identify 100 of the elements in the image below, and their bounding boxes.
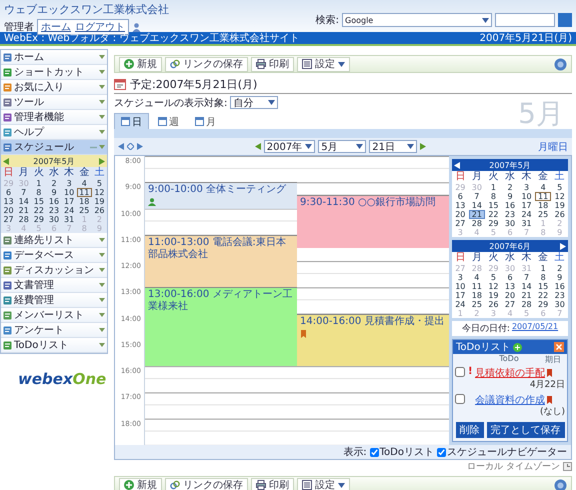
sidebar-item[interactable]: データベース xyxy=(1,248,107,263)
todo-button[interactable]: 削除 xyxy=(456,422,484,438)
toolbar-button[interactable]: リンクの保存 xyxy=(165,478,248,490)
calendar-event[interactable]: 9:00-10:00 全体ミーティング xyxy=(145,182,297,209)
today-icon[interactable] xyxy=(127,143,134,150)
day-select[interactable]: 21日 xyxy=(369,140,418,153)
calendar-day[interactable]: 13 xyxy=(452,201,469,210)
next-arrow-icon[interactable] xyxy=(137,143,143,150)
sidebar-item[interactable]: 連絡先リスト xyxy=(1,233,107,248)
calendar-day[interactable]: 10 xyxy=(62,188,77,197)
sidebar-item[interactable]: メンバーリスト xyxy=(1,308,107,323)
sidebar-item[interactable]: 文書管理 xyxy=(1,278,107,293)
search-engine-select[interactable]: Google xyxy=(342,13,492,27)
calendar-event[interactable]: 13:00-16:00 メディアトーン工業様来社 xyxy=(145,287,297,366)
toolbar-button[interactable]: 設定 xyxy=(297,478,350,490)
calendar-day[interactable]: 13 xyxy=(1,197,16,206)
calendar-day[interactable]: 19 xyxy=(551,201,568,210)
calendar-day[interactable]: 8 xyxy=(31,188,46,197)
calendar-day[interactable]: 30 xyxy=(502,219,518,228)
calendar-day[interactable]: 25 xyxy=(534,210,552,219)
calendar-day[interactable]: 8 xyxy=(485,192,502,201)
calendar-day[interactable]: 21 xyxy=(468,210,486,219)
calendar-day[interactable]: 24 xyxy=(62,206,77,215)
calendar-day[interactable]: 13 xyxy=(502,282,518,291)
calendar-day[interactable]: 11 xyxy=(76,188,92,197)
previous-arrow-icon[interactable] xyxy=(118,143,124,150)
calendar-day[interactable]: 5 xyxy=(92,179,107,188)
calendar-day[interactable]: 12 xyxy=(551,192,568,201)
calendar-day[interactable]: 16 xyxy=(551,282,568,291)
calendar-day[interactable]: 17 xyxy=(452,291,469,300)
calendar-day[interactable]: 21 xyxy=(16,206,32,215)
calendar-day[interactable]: 16 xyxy=(46,197,62,206)
calendar-day[interactable]: 27 xyxy=(1,215,16,224)
sidebar-item[interactable]: ツール xyxy=(1,95,107,110)
calendar-day[interactable]: 26 xyxy=(551,210,568,219)
calendar-day[interactable]: 17 xyxy=(518,201,535,210)
toolbar-button[interactable]: 設定 xyxy=(297,56,350,72)
header-link[interactable]: ホーム xyxy=(41,20,71,34)
view-tab[interactable]: 月 xyxy=(188,113,223,129)
calendar-day[interactable]: 20 xyxy=(452,210,469,219)
calendar-day[interactable]: 21 xyxy=(518,291,535,300)
calendar-day[interactable]: 5 xyxy=(485,273,502,282)
calendar-day[interactable]: 31 xyxy=(518,219,535,228)
calendar-day[interactable]: 29 xyxy=(534,300,552,309)
sidebar-item[interactable]: ToDoリスト xyxy=(1,338,107,353)
calendar-day[interactable]: 20 xyxy=(1,206,16,215)
todo-checkbox[interactable] xyxy=(455,394,465,404)
calendar-day[interactable]: 1 xyxy=(485,183,502,192)
todo-button[interactable]: 完了として保存 xyxy=(486,422,564,438)
header-link[interactable]: ログアウト xyxy=(75,20,125,34)
calendar-day[interactable]: 1 xyxy=(534,264,552,273)
calendar-day[interactable]: 22 xyxy=(31,206,46,215)
calendar-day[interactable]: 7 xyxy=(468,192,486,201)
calendar-day[interactable]: 24 xyxy=(518,210,535,219)
sidebar-item[interactable]: ショートカット xyxy=(1,65,107,80)
view-tab[interactable]: 週 xyxy=(151,113,186,129)
calendar-day[interactable]: 4 xyxy=(534,183,552,192)
year-select[interactable]: 2007年 xyxy=(264,140,316,153)
search-field[interactable] xyxy=(495,13,555,27)
sidebar-item[interactable]: お気に入り xyxy=(1,80,107,95)
add-icon[interactable] xyxy=(513,342,522,352)
calendar-day[interactable]: 10 xyxy=(518,192,535,201)
calendar-day[interactable]: 25 xyxy=(468,300,486,309)
sidebar-item[interactable]: アンケート xyxy=(1,323,107,338)
calendar-day[interactable]: 3 xyxy=(62,179,77,188)
option-checkbox[interactable] xyxy=(437,448,446,456)
calendar-day[interactable]: 28 xyxy=(468,219,486,228)
calendar-day[interactable]: 30 xyxy=(551,300,568,309)
calendar-day[interactable]: 3 xyxy=(518,183,535,192)
calendar-day[interactable]: 26 xyxy=(92,206,107,215)
calendar-day[interactable]: 18 xyxy=(534,201,552,210)
month-select[interactable]: 5月 xyxy=(318,140,366,153)
calendar-day[interactable]: 27 xyxy=(452,219,469,228)
sidebar-item[interactable]: ディスカッション xyxy=(1,263,107,278)
calendar-day[interactable]: 17 xyxy=(62,197,77,206)
calendar-day[interactable]: 2 xyxy=(46,179,62,188)
calendar-day[interactable]: 1 xyxy=(31,179,46,188)
calendar-day[interactable]: 7 xyxy=(16,188,32,197)
calendar-day[interactable]: 2 xyxy=(551,264,568,273)
today-link[interactable]: 2007/05/21 xyxy=(512,322,558,335)
calendar-day[interactable]: 15 xyxy=(534,282,552,291)
next-day-icon[interactable] xyxy=(420,143,426,150)
calendar-day[interactable]: 14 xyxy=(518,282,535,291)
calendar-day[interactable]: 10 xyxy=(452,282,469,291)
calendar-day[interactable]: 4 xyxy=(76,179,92,188)
calendar-day[interactable]: 22 xyxy=(534,291,552,300)
filter-select[interactable]: 自分 xyxy=(230,96,278,109)
calendar-day[interactable]: 4 xyxy=(468,273,486,282)
calendar-day[interactable]: 28 xyxy=(16,215,32,224)
calendar-day[interactable]: 31 xyxy=(62,215,77,224)
close-icon[interactable] xyxy=(554,342,564,352)
calendar-day[interactable]: 15 xyxy=(31,197,46,206)
calendar-day[interactable]: 12 xyxy=(485,282,502,291)
calendar-day[interactable]: 14 xyxy=(16,197,32,206)
calendar-day[interactable]: 15 xyxy=(485,201,502,210)
calendar-day[interactable]: 16 xyxy=(502,201,518,210)
calendar-day[interactable]: 6 xyxy=(1,188,16,197)
calendar-day[interactable]: 24 xyxy=(452,300,469,309)
calendar-day[interactable]: 30 xyxy=(46,215,62,224)
toolbar-button[interactable]: 印刷 xyxy=(251,56,294,72)
